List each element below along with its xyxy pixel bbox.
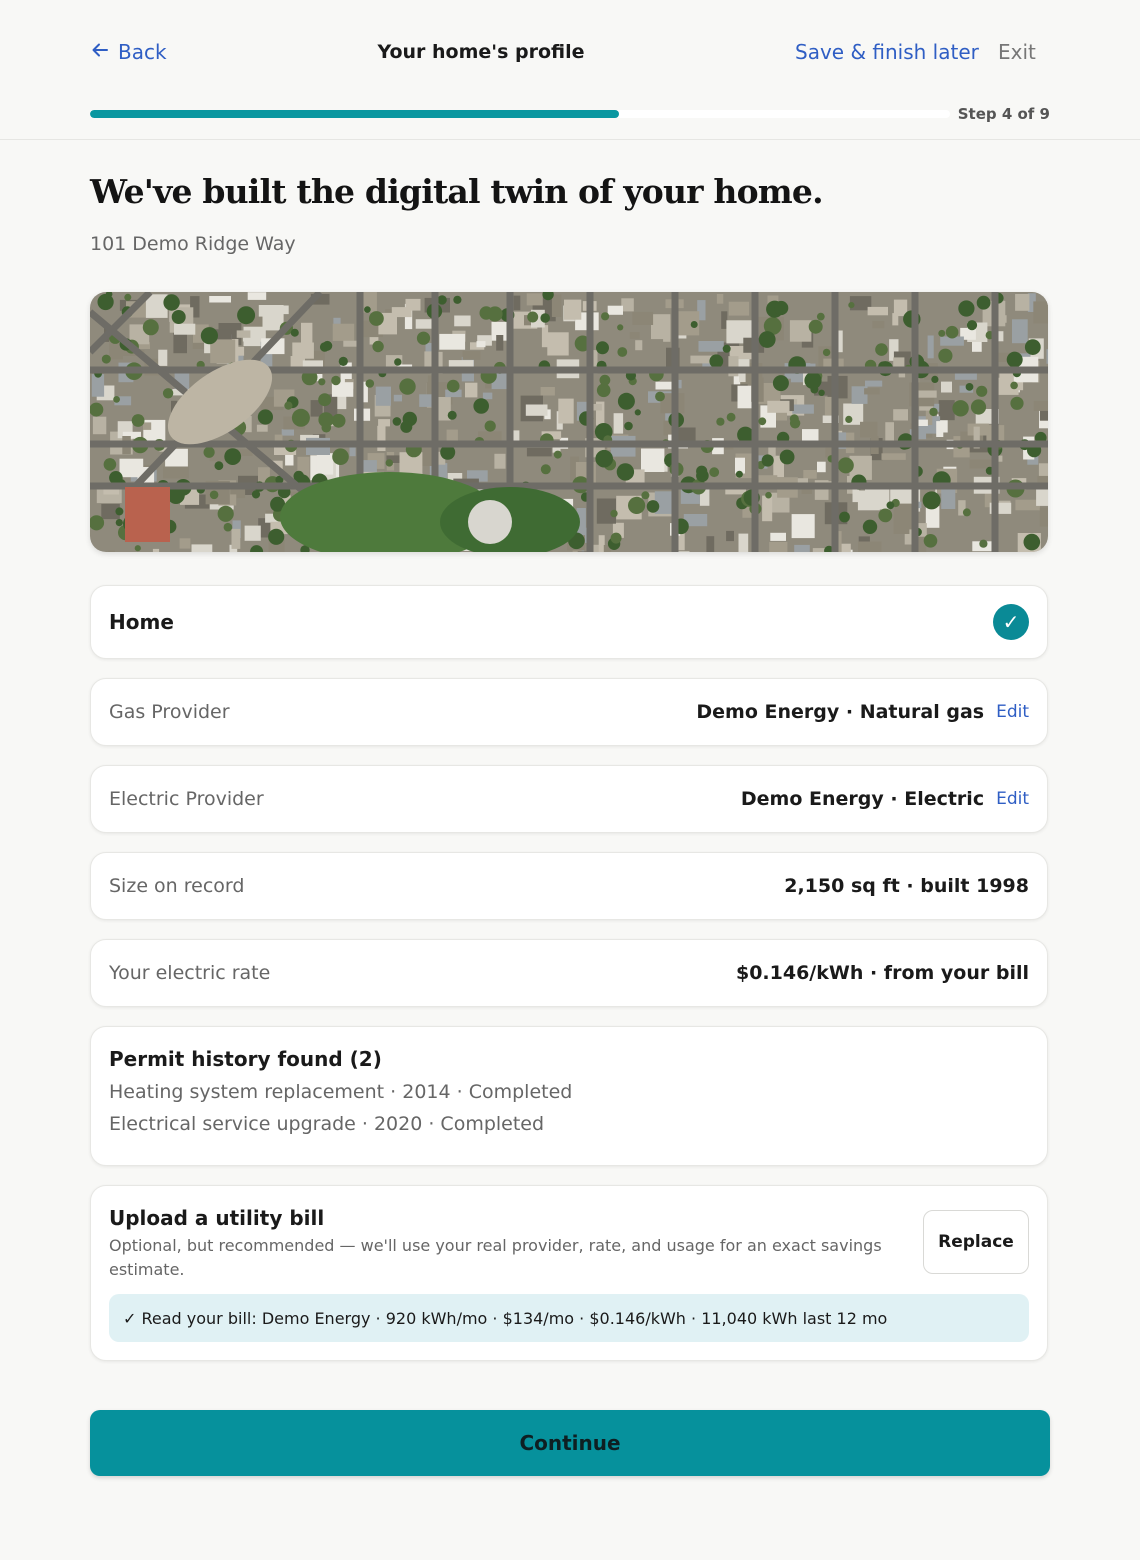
- electric-rate-row: Your electric rate $0.146/kWh · from you…: [90, 939, 1048, 1007]
- home-address: 101 Demo Ridge Way: [90, 233, 296, 255]
- gas-provider-label: Gas Provider: [109, 701, 230, 723]
- exit-link[interactable]: Exit: [998, 38, 1036, 66]
- electric-provider-label: Electric Provider: [109, 788, 264, 810]
- electric-provider-edit-link[interactable]: Edit: [996, 789, 1029, 809]
- size-value: 2,150 sq ft · built 1998: [784, 875, 1029, 897]
- home-card[interactable]: Home ✓: [90, 585, 1048, 659]
- save-finish-later-link[interactable]: Save & finish later: [795, 38, 979, 66]
- progress-fill: [90, 110, 619, 118]
- gas-provider-row: Gas Provider Demo Energy · Natural gas E…: [90, 678, 1048, 746]
- gas-provider-value: Demo Energy · Natural gas: [696, 701, 985, 723]
- gas-provider-edit-link[interactable]: Edit: [996, 702, 1029, 722]
- permit-item: Heating system replacement · 2014 · Comp…: [109, 1081, 573, 1103]
- bill-readout-banner: ✓ Read your bill: Demo Energy · 920 kWh/…: [109, 1294, 1029, 1342]
- upload-bill-title: Upload a utility bill: [109, 1206, 325, 1230]
- electric-rate-value: $0.146/kWh · from your bill: [735, 962, 1029, 984]
- checkmark-icon: ✓: [993, 604, 1029, 640]
- aerial-map-image: [90, 292, 1048, 552]
- headline: We've built the digital twin of your hom…: [90, 172, 824, 211]
- continue-button[interactable]: Continue: [90, 1410, 1050, 1476]
- permit-item: Electrical service upgrade · 2020 · Comp…: [109, 1113, 545, 1135]
- electric-provider-row: Electric Provider Demo Energy · Electric…: [90, 765, 1048, 833]
- replace-bill-button[interactable]: Replace: [923, 1210, 1029, 1274]
- step-indicator: Step 4 of 9: [957, 105, 1050, 123]
- top-bar: Back Your home's profile Save & finish l…: [0, 0, 1140, 140]
- permit-history-title: Permit history found (2): [109, 1047, 382, 1071]
- size-row: Size on record 2,150 sq ft · built 1998: [90, 852, 1048, 920]
- upload-bill-card: Upload a utility bill Optional, but reco…: [90, 1185, 1048, 1361]
- permit-history-card: Permit history found (2) Heating system …: [90, 1026, 1048, 1166]
- home-label: Home: [109, 610, 174, 634]
- size-label: Size on record: [109, 875, 245, 897]
- upload-bill-description: Optional, but recommended — we'll use yo…: [109, 1236, 882, 1279]
- progress-bar: [90, 110, 950, 118]
- electric-provider-value: Demo Energy · Electric: [740, 788, 985, 810]
- electric-rate-label: Your electric rate: [109, 962, 271, 984]
